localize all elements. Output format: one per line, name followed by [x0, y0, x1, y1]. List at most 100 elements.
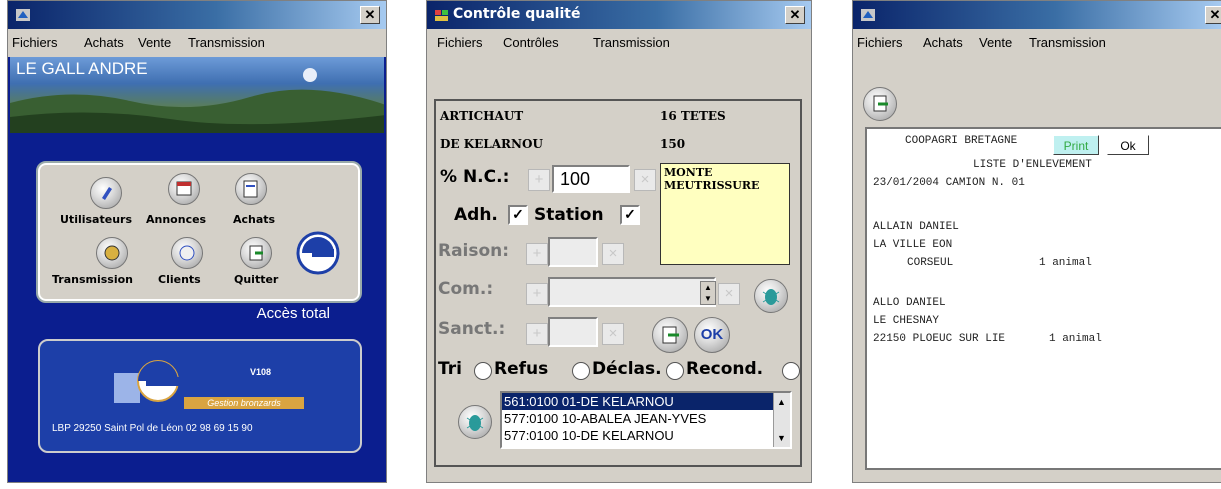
tri-radio[interactable]	[474, 362, 492, 380]
button-panel: Utilisateurs Annonces Achats Transmissio…	[36, 161, 362, 303]
list-item[interactable]: 561:0100 01-DE KELARNOU	[502, 393, 790, 410]
lot-list[interactable]: 561:0100 01-DE KELARNOU 577:0100 10-ABAL…	[500, 391, 792, 449]
declas-radio[interactable]	[666, 362, 684, 380]
app-icon	[16, 9, 30, 21]
main-menu-window: ✕ Fichiers Achats Vente Transmission LE …	[7, 0, 387, 483]
list-item[interactable]: 577:0100 10-ABALEA JEAN-YVES	[502, 410, 790, 427]
menu-vente[interactable]: Vente	[979, 35, 1012, 50]
annonces-label: Annonces	[146, 213, 207, 226]
close-button[interactable]: ✕	[1205, 6, 1221, 24]
raison-plus-button[interactable]: +	[526, 243, 548, 265]
sanct-input[interactable]	[548, 317, 598, 347]
menu-fichiers[interactable]: Fichiers	[857, 35, 903, 50]
transmission-label: Transmission	[52, 273, 134, 286]
list-item[interactable]: 577:0100 10-DE KELARNOU	[502, 427, 790, 444]
transmission-button[interactable]	[96, 237, 128, 269]
exit-door-icon	[873, 95, 888, 112]
title-bar: Contrôle qualité ✕	[427, 1, 811, 29]
raison-input[interactable]	[548, 237, 598, 267]
refus-label: Refus	[494, 359, 549, 379]
refus-radio[interactable]	[572, 362, 590, 380]
clients-icon	[179, 245, 195, 261]
pickup-list-window: ✕ Fichiers Achats Vente Transmission COO…	[852, 0, 1221, 483]
menu-achats[interactable]: Achats	[84, 35, 124, 50]
print-button[interactable]: Print	[1053, 135, 1099, 155]
window-title: Contrôle qualité	[453, 6, 581, 22]
clients-label: Clients	[158, 273, 201, 286]
control-form: ARTICHAUT 16 TETES DE KELARNOU 150 % N.C…	[434, 99, 802, 467]
access-level-text: Accès total	[256, 305, 330, 322]
entry-quantity: 1 animal	[1039, 257, 1092, 269]
list-scrollbar[interactable]: ▲ ▼	[773, 393, 790, 447]
adh-checkbox[interactable]: ✓	[508, 205, 528, 225]
app-icon	[861, 9, 875, 21]
address-text: LBP 29250 Saint Pol de Léon 02 98 69 15 …	[52, 423, 253, 434]
close-button[interactable]: ✕	[785, 6, 805, 24]
scroll-down-icon[interactable]: ▼	[777, 433, 786, 443]
entry-name: ALLAIN DANIEL	[873, 221, 959, 233]
exit-button[interactable]	[652, 317, 688, 353]
quantity-text: 16 TETES	[660, 109, 726, 123]
com-clear-button[interactable]: ×	[718, 283, 740, 305]
exit-door-icon	[662, 326, 679, 344]
achats-label: Achats	[233, 213, 276, 226]
menu-controles[interactable]: Contrôles	[503, 35, 559, 50]
nc-plus-button[interactable]: +	[528, 169, 550, 191]
menu-vente[interactable]: Vente	[138, 35, 171, 50]
document-icon	[243, 180, 258, 198]
menu-fichiers[interactable]: Fichiers	[12, 35, 58, 50]
ok-button[interactable]: Ok	[1107, 135, 1149, 155]
note-line-1: MONTE	[664, 166, 713, 179]
com-label: Com.:	[438, 279, 494, 299]
sanct-clear-button[interactable]: ×	[602, 323, 624, 345]
entry-address: LA VILLE EON	[873, 239, 953, 251]
bug-button[interactable]	[754, 279, 788, 313]
menu-transmission[interactable]: Transmission	[188, 35, 265, 50]
close-button[interactable]: ✕	[360, 6, 380, 24]
title-bar: ✕	[853, 1, 1221, 29]
raison-label: Raison:	[438, 241, 510, 261]
quality-control-window: Contrôle qualité ✕ Fichiers Contrôles Tr…	[426, 0, 812, 483]
recond-label: Recond.	[686, 359, 764, 379]
menu-bar: Fichiers Achats Vente Transmission	[8, 30, 386, 56]
declas-label: Déclas.	[592, 359, 662, 379]
com-spinner[interactable]: ▲ ▼	[700, 281, 716, 305]
achats-button[interactable]	[235, 173, 267, 205]
scroll-up-icon[interactable]: ▲	[777, 397, 786, 407]
quitter-label: Quitter	[234, 273, 279, 286]
main-body: LE GALL ANDRE Utilisateurs Annonces Acha…	[8, 57, 386, 482]
origin-text: DE KELARNOU	[440, 137, 543, 151]
com-input[interactable]	[548, 277, 716, 307]
utilisateurs-button[interactable]	[90, 177, 122, 209]
com-plus-button[interactable]: +	[526, 283, 548, 305]
entry-quantity: 1 animal	[1049, 333, 1102, 345]
raison-clear-button[interactable]: ×	[602, 243, 624, 265]
menu-fichiers[interactable]: Fichiers	[437, 35, 483, 50]
entry-name: ALLO DANIEL	[873, 297, 946, 309]
recond-radio[interactable]	[782, 362, 800, 380]
entry-city: CORSEUL	[907, 257, 954, 269]
menu-transmission[interactable]: Transmission	[1029, 35, 1106, 50]
quitter-button[interactable]	[240, 237, 272, 269]
adh-label: Adh.	[454, 205, 498, 225]
clients-button[interactable]	[171, 237, 203, 269]
landscape-image	[10, 68, 384, 133]
annonces-button[interactable]	[168, 173, 200, 205]
ok-button[interactable]: OK	[694, 317, 730, 353]
company-logo	[296, 231, 340, 275]
calendar-icon	[176, 181, 192, 196]
note-line-2: MEUTRISSURE	[664, 179, 760, 192]
menu-transmission[interactable]: Transmission	[593, 35, 670, 50]
remarks-note: MONTE MEUTRISSURE	[660, 163, 790, 265]
station-checkbox[interactable]: ✓	[620, 205, 640, 225]
sanct-plus-button[interactable]: +	[526, 323, 548, 345]
menu-achats[interactable]: Achats	[923, 35, 963, 50]
entry-city: 22150 PLOEUC SUR LIE	[873, 333, 1006, 345]
bug-list-button[interactable]	[458, 405, 492, 439]
nc-clear-button[interactable]: ×	[634, 169, 656, 191]
exit-door-icon	[249, 245, 263, 261]
banner-image: LE GALL ANDRE	[10, 57, 384, 133]
back-button[interactable]	[863, 87, 897, 121]
bug-icon	[762, 289, 780, 305]
nc-input[interactable]: 100	[552, 165, 630, 193]
